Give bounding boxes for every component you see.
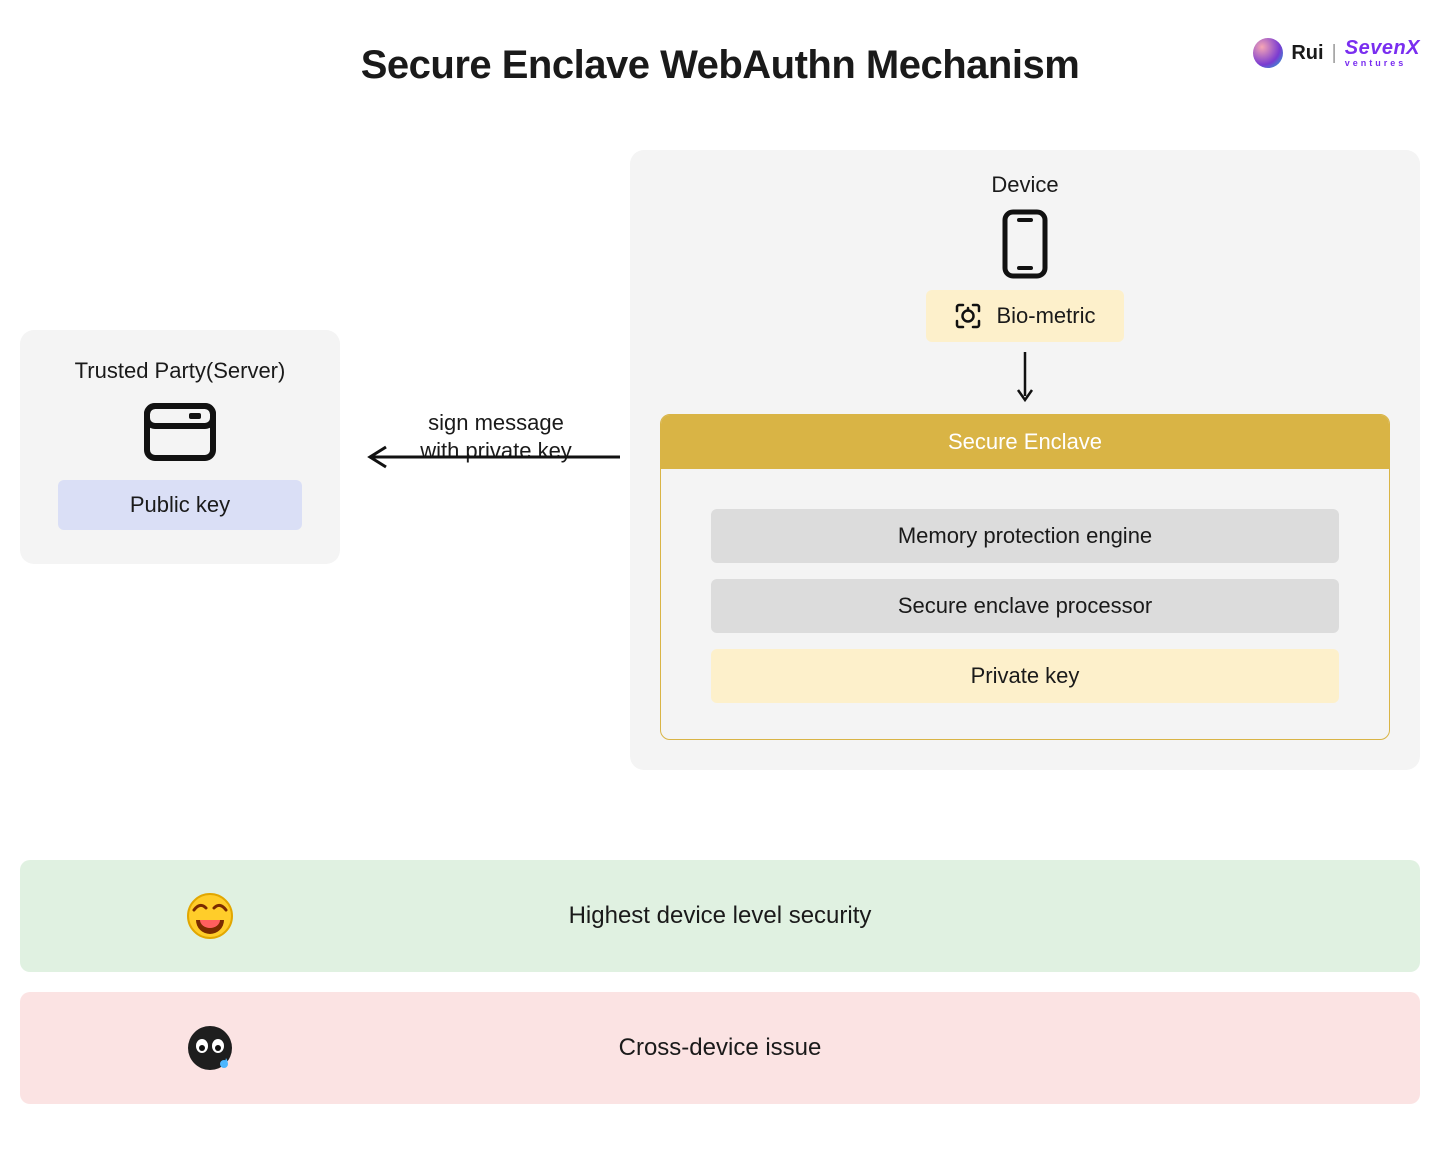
header: Secure Enclave WebAuthn Mechanism Rui | … — [20, 20, 1420, 110]
pro-banner: Highest device level security — [20, 860, 1420, 972]
private-key-pill: Private key — [711, 649, 1339, 703]
banners: Highest device level security Cross-devi… — [20, 860, 1420, 1104]
down-arrow-icon — [1015, 350, 1035, 406]
left-arrow-icon — [346, 445, 646, 469]
biometric-pill: Bio-metric — [926, 290, 1123, 342]
sevenx-logo-main: SevenX — [1345, 39, 1420, 57]
pro-banner-text: Highest device level security — [340, 902, 1100, 930]
mem-protection-pill: Memory protection engine — [711, 509, 1339, 563]
phone-icon — [1001, 208, 1049, 280]
sign-arrow-label-line1: sign message — [346, 408, 646, 438]
sevenx-logo: SevenX ventures — [1345, 39, 1420, 67]
author-avatar — [1253, 38, 1283, 68]
device-label: Device — [660, 172, 1390, 198]
public-key-pill: Public key — [58, 480, 302, 530]
faceid-icon — [954, 302, 982, 330]
trusted-party-card: Trusted Party(Server) Public key — [20, 330, 340, 564]
con-banner-text: Cross-device issue — [340, 1034, 1100, 1062]
brand-block: Rui | SevenX ventures — [1253, 38, 1420, 68]
page-title: Secure Enclave WebAuthn Mechanism — [361, 43, 1080, 88]
enclave-processor-pill: Secure enclave processor — [711, 579, 1339, 633]
brand-divider: | — [1332, 42, 1337, 65]
author-name: Rui — [1291, 42, 1323, 65]
biometric-label: Bio-metric — [996, 303, 1095, 329]
con-banner: Cross-device issue — [20, 992, 1420, 1104]
sevenx-logo-sub: ventures — [1345, 59, 1407, 67]
secure-enclave-box: Secure Enclave Memory protection engine … — [660, 414, 1390, 740]
server-icon — [143, 402, 217, 462]
diagram-area: Trusted Party(Server) Public key sign me… — [20, 120, 1420, 840]
laughing-emoji-icon — [186, 892, 234, 940]
secure-enclave-title: Secure Enclave — [661, 415, 1389, 469]
trusted-party-label: Trusted Party(Server) — [40, 358, 320, 384]
sad-emoji-icon — [186, 1024, 234, 1072]
device-card: Device Bi — [630, 150, 1420, 770]
